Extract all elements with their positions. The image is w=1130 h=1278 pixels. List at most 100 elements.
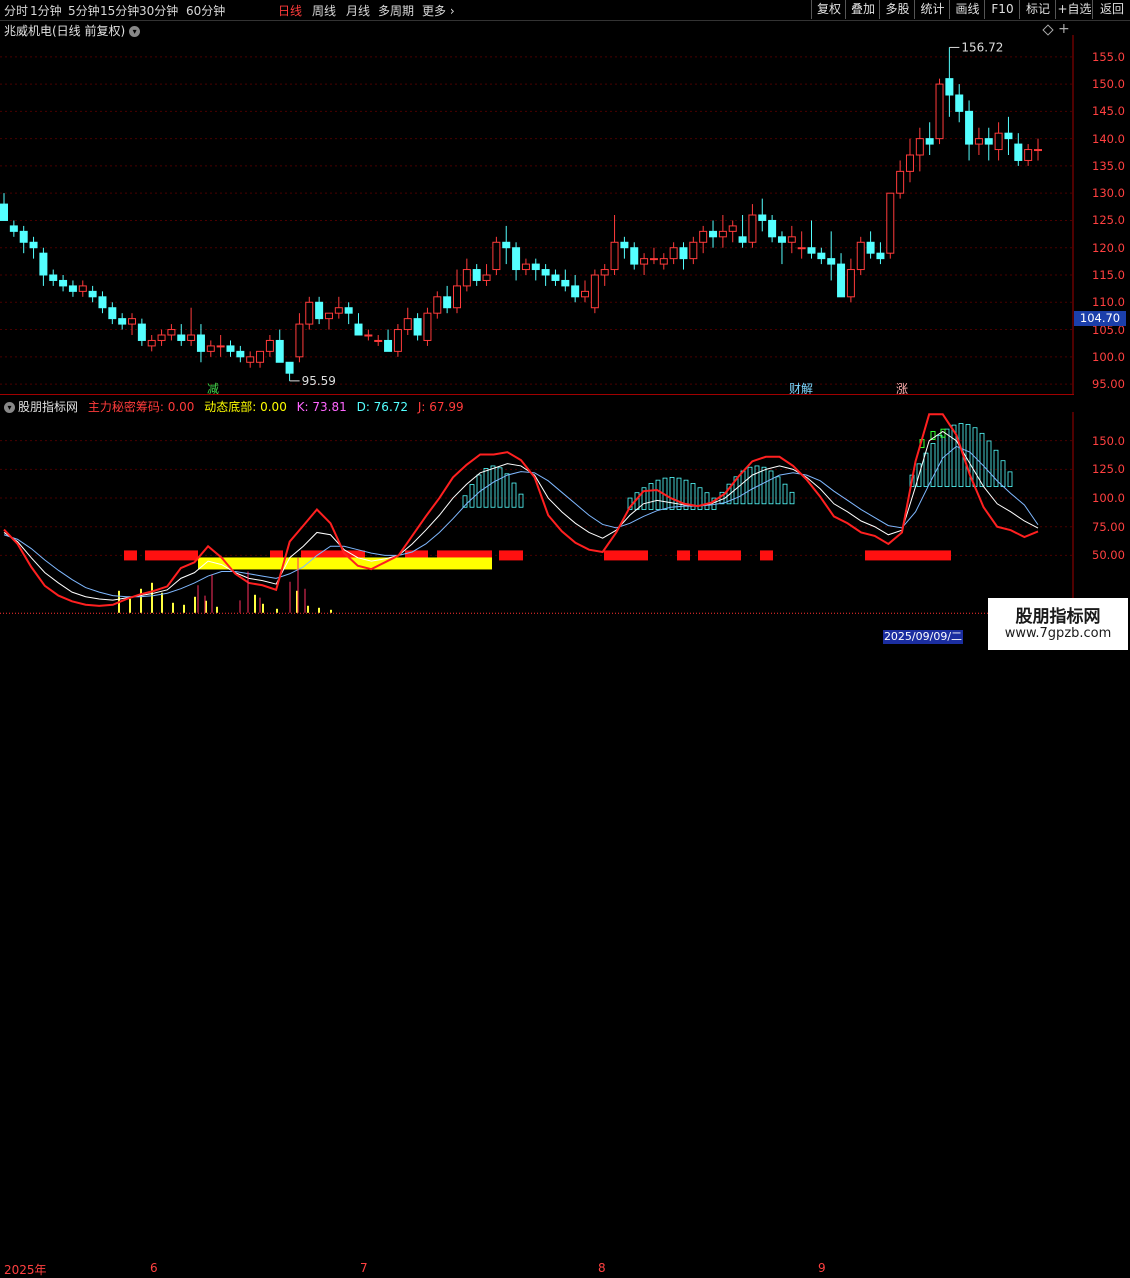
momentum-bar (490, 465, 496, 508)
event-marker-1[interactable]: 财解 (789, 382, 813, 395)
candle (974, 127, 983, 155)
candle (206, 340, 215, 357)
diamond-icon[interactable] (1042, 24, 1054, 36)
candle (669, 242, 678, 265)
ind-tick: 100.0 (1092, 491, 1125, 506)
candle (748, 204, 757, 248)
volume-bar (216, 606, 218, 613)
toolbar-button-6[interactable]: 标记 (1019, 0, 1056, 19)
toolbar-button-2[interactable]: 多股 (879, 0, 915, 19)
candle (935, 78, 944, 145)
signal-bar (499, 550, 523, 561)
toolbar-button-1[interactable]: 叠加 (845, 0, 880, 19)
candle (502, 225, 511, 265)
toolbar-button-5[interactable]: F10 (984, 0, 1020, 19)
low-annotation: 95.59 (302, 374, 336, 388)
volume-bar (151, 582, 153, 613)
candle (679, 242, 688, 270)
toolbar-button-7[interactable]: +自选 (1055, 0, 1093, 19)
price-tick: 155.0 (1092, 49, 1125, 64)
candle (718, 215, 727, 248)
candle (925, 122, 934, 155)
event-marker-0[interactable]: 减 (207, 382, 219, 395)
candle (256, 350, 265, 368)
momentum-bar (469, 484, 475, 508)
candle (846, 258, 855, 303)
period-tab-10[interactable]: 更多 › (422, 2, 455, 19)
candle (118, 313, 127, 330)
period-toolbar: 分时 1分钟 5分钟 15分钟 30分钟 60分钟 日线 周线 月线 多周期 更多 › 复权 叠加 多股… (0, 0, 1130, 21)
candle (571, 275, 580, 303)
candle (384, 329, 393, 352)
toolbar-button-3[interactable]: 统计 (914, 0, 950, 19)
period-tab-8[interactable]: 月线 (346, 2, 370, 19)
candle (738, 215, 747, 248)
period-tab-5[interactable]: 60分钟 (186, 2, 225, 19)
period-tab-7[interactable]: 周线 (312, 2, 336, 19)
toolbar-button-8[interactable]: 返回 (1092, 0, 1130, 19)
candle (955, 84, 964, 123)
candle (177, 324, 186, 346)
period-tab-4[interactable]: 30分钟 (139, 2, 178, 19)
candle (689, 236, 698, 265)
k-line (3, 430, 1039, 601)
volume-bar (172, 602, 174, 613)
signal-bar (677, 550, 690, 561)
candle (324, 312, 333, 330)
period-tab-6[interactable]: 日线 (278, 2, 302, 19)
candle (275, 329, 284, 363)
price-tick: 145.0 (1092, 104, 1125, 119)
momentum-bar (655, 479, 661, 510)
candle (915, 127, 924, 172)
ind-tick: 75.00 (1092, 519, 1125, 534)
current-price-label: 104.70 (1074, 311, 1126, 326)
candle (827, 231, 836, 281)
momentum-bar (518, 493, 524, 508)
candle (108, 302, 117, 325)
candle (994, 122, 1003, 161)
event-marker-2[interactable]: 涨 (896, 381, 908, 395)
momentum-bar (669, 477, 675, 510)
candle (856, 236, 865, 275)
candle (187, 307, 196, 346)
momentum-bar (704, 492, 710, 510)
period-tab-3[interactable]: 15分钟 (100, 2, 139, 19)
momentum-bar (775, 476, 781, 505)
volume-bar (262, 603, 264, 613)
momentum-bar (497, 467, 503, 508)
candle (472, 264, 481, 286)
volume-bar (140, 588, 142, 613)
candle (462, 258, 471, 292)
candle (758, 198, 767, 232)
momentum-bar (986, 440, 992, 487)
candle (196, 324, 205, 363)
candlestick-chart[interactable]: 156.72 95.59 减 财解 涨 (0, 35, 1074, 395)
candle (78, 280, 87, 297)
period-tab-1[interactable]: 1分钟 (30, 2, 62, 19)
period-tab-9[interactable]: 多周期 (378, 2, 414, 19)
candle (512, 242, 521, 281)
momentum-bar (1000, 460, 1006, 487)
candle (265, 335, 274, 357)
momentum-bar (676, 477, 682, 510)
momentum-bar (979, 432, 985, 487)
candle (433, 291, 442, 319)
candle (492, 236, 501, 275)
watermark-title: 股朋指标网 (1015, 607, 1101, 627)
candle (905, 138, 914, 183)
candle (68, 280, 77, 297)
candle (157, 329, 166, 346)
period-tab-2[interactable]: 5分钟 (68, 2, 100, 19)
indicator-chart[interactable] (0, 412, 1074, 630)
toolbar-button-4[interactable]: 画线 (949, 0, 985, 19)
candle (1004, 116, 1013, 155)
period-tab-0[interactable]: 分时 (4, 2, 28, 19)
candle (945, 47, 954, 117)
plus-icon[interactable]: + (1058, 22, 1070, 36)
candle (393, 324, 402, 357)
volume-bar (318, 607, 320, 613)
month-label-8: 8 (598, 1261, 606, 1275)
candle (423, 307, 432, 346)
toolbar-button-0[interactable]: 复权 (811, 0, 846, 19)
candle (777, 231, 786, 265)
